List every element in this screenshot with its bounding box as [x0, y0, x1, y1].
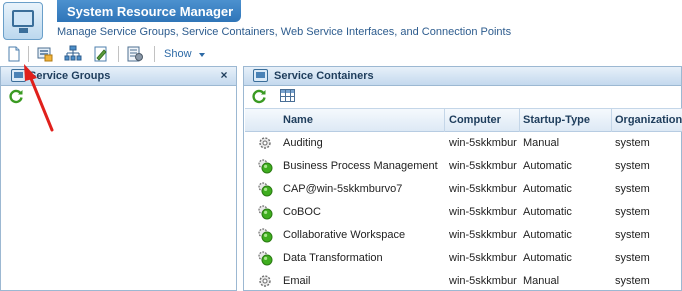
cell-organization: system	[615, 137, 650, 149]
cell-computer: win-5skkmbur	[449, 137, 517, 149]
cell-computer: win-5skkmbur	[449, 183, 517, 195]
edit-document-icon[interactable]	[92, 45, 110, 63]
toolbar-separator	[118, 46, 119, 62]
cell-name: Email	[283, 275, 311, 287]
column-divider[interactable]	[519, 109, 520, 132]
stopped-status-icon	[257, 135, 273, 151]
table-row[interactable]: Collaborative Workspace win-5skkmbur Autom…	[245, 224, 682, 247]
cell-computer: win-5skkmbur	[449, 252, 517, 264]
running-status-icon	[257, 250, 273, 266]
cell-startup-type: Manual	[523, 137, 560, 149]
app-subtitle: Manage Service Groups, Service Container…	[57, 26, 512, 38]
table-body: Auditing win-5skkmbur Manual system Business…	[245, 132, 682, 291]
running-status-icon	[257, 181, 273, 197]
cell-startup-type: Automatic	[523, 252, 572, 264]
table-row[interactable]: Business Process Management win-5skkmbur A…	[245, 155, 682, 178]
table-row[interactable]: Email win-5skkmbur Manual system	[245, 270, 682, 291]
cell-startup-type: Automatic	[523, 160, 572, 172]
cell-organization: system	[615, 183, 650, 195]
chevron-down-icon[interactable]	[199, 53, 205, 57]
cell-organization: system	[615, 229, 650, 241]
hierarchy-icon[interactable]	[64, 45, 82, 63]
cell-computer: win-5skkmbur	[449, 275, 517, 287]
table-row[interactable]: CAP@win-5skkmburvo7 win-5skkmbur Automatic…	[245, 178, 682, 201]
app-header: System Resource Manager Manage Service G…	[0, 0, 682, 44]
stopped-status-icon	[257, 273, 273, 289]
cell-name: CoBOC	[283, 206, 321, 218]
app-title: System Resource Manager	[67, 4, 234, 19]
cell-name: CAP@win-5skkmburvo7	[283, 183, 403, 195]
column-header-startup-type[interactable]: Startup-Type	[523, 114, 611, 126]
title-banner: System Resource Manager	[57, 0, 241, 22]
cell-computer: win-5skkmbur	[449, 229, 517, 241]
cell-name: Data Transformation	[283, 252, 383, 264]
table-header-row: Name Computer Startup-Type Organization	[245, 108, 682, 132]
table-row[interactable]: Data Transformation win-5skkmbur Automatic…	[245, 247, 682, 270]
cell-name: Collaborative Workspace	[283, 229, 406, 241]
refresh-icon[interactable]	[251, 88, 267, 104]
column-header-organization[interactable]: Organization	[615, 114, 682, 126]
service-groups-header: Service Groups ×	[1, 67, 236, 86]
cell-name: Auditing	[283, 137, 323, 149]
cell-startup-type: Automatic	[523, 206, 572, 218]
cell-organization: system	[615, 252, 650, 264]
column-header-computer[interactable]: Computer	[449, 114, 519, 126]
cell-startup-type: Automatic	[523, 183, 572, 195]
cell-name: Business Process Management	[283, 160, 438, 172]
service-groups-panel: Service Groups ×	[0, 66, 237, 291]
cell-organization: system	[615, 275, 650, 287]
column-divider[interactable]	[611, 109, 612, 132]
refresh-icon[interactable]	[8, 88, 24, 104]
service-containers-panel: Service Containers Name Computer Startup…	[243, 66, 682, 291]
cell-organization: system	[615, 206, 650, 218]
column-divider[interactable]	[444, 109, 445, 132]
close-icon[interactable]: ×	[218, 69, 230, 81]
cell-startup-type: Manual	[523, 275, 560, 287]
cell-organization: system	[615, 160, 650, 172]
new-document-icon[interactable]	[5, 45, 23, 63]
table-row[interactable]: Auditing win-5skkmbur Manual system	[245, 132, 682, 155]
toolbar-separator	[28, 46, 29, 62]
running-status-icon	[257, 158, 273, 174]
service-groups-title: Service Groups	[29, 70, 111, 82]
toolbar-separator	[154, 46, 155, 62]
column-chooser-icon[interactable]	[280, 89, 295, 102]
service-containers-header: Service Containers	[244, 67, 681, 86]
window-icon	[11, 69, 26, 82]
cell-computer: win-5skkmbur	[449, 160, 517, 172]
table-row[interactable]: CoBOC win-5skkmbur Automatic system	[245, 201, 682, 224]
service-groups-toolbar	[1, 86, 236, 106]
running-status-icon	[257, 227, 273, 243]
column-header-name[interactable]: Name	[283, 114, 443, 126]
service-containers-toolbar	[244, 86, 681, 106]
cell-startup-type: Automatic	[523, 229, 572, 241]
toolbar: Show	[0, 44, 682, 66]
service-containers-table: Name Computer Startup-Type Organization …	[245, 108, 682, 291]
show-menu-button[interactable]: Show	[164, 48, 192, 60]
cell-computer: win-5skkmbur	[449, 206, 517, 218]
window-icon	[253, 69, 268, 82]
service-group-icon[interactable]	[36, 45, 54, 63]
service-containers-title: Service Containers	[274, 70, 374, 82]
computer-monitor-icon	[3, 2, 43, 40]
properties-icon[interactable]	[126, 45, 144, 63]
running-status-icon	[257, 204, 273, 220]
